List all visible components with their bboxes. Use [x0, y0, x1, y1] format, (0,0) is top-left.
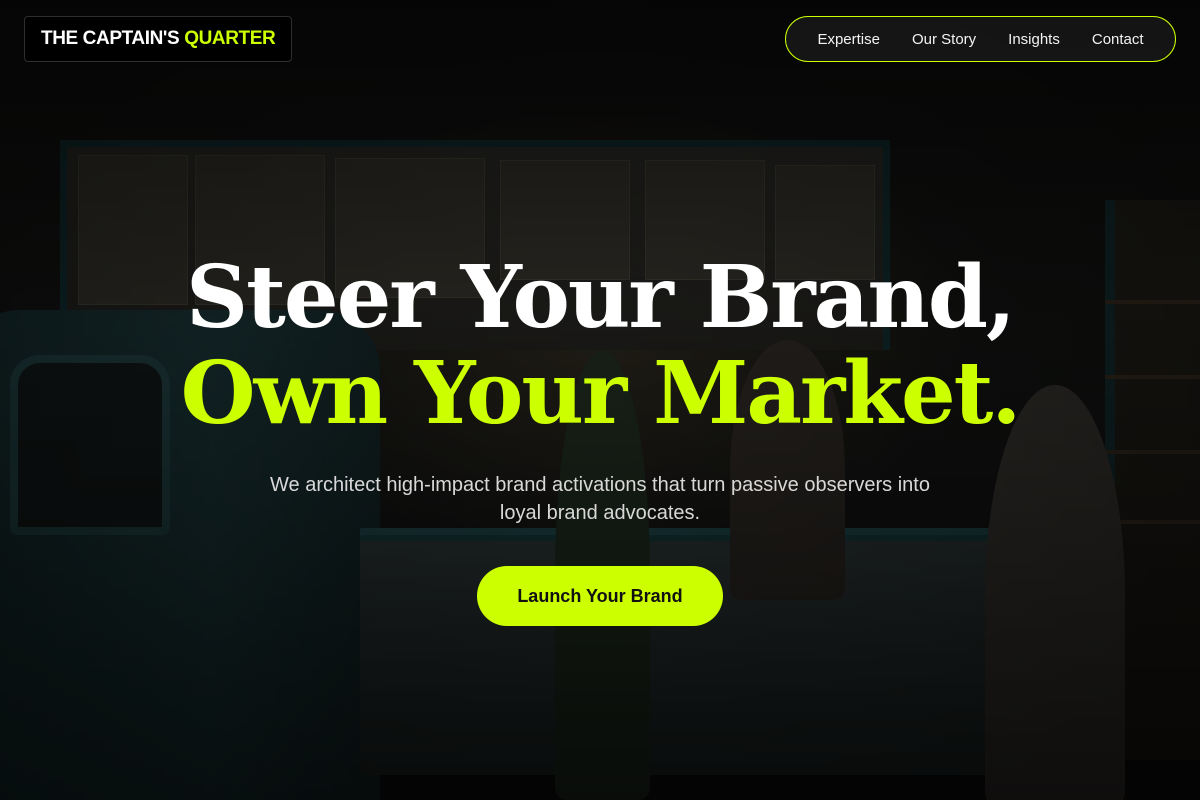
hero-headline: Steer Your Brand, Own Your Market. — [0, 250, 1200, 442]
hero-subcopy: We architect high-impact brand activatio… — [270, 474, 930, 524]
nav-link-contact[interactable]: Contact — [1092, 31, 1144, 48]
brand-logo[interactable]: THE CAPTAIN'S QUARTER — [24, 16, 293, 62]
launch-brand-button[interactable]: Launch Your Brand — [477, 566, 723, 626]
hero-section: THE CAPTAIN'S QUARTER Expertise Our Stor… — [0, 0, 1200, 800]
nav-link-expertise[interactable]: Expertise — [817, 31, 880, 48]
logo-text: THE CAPTAIN'S — [41, 28, 180, 49]
main-nav: Expertise Our Story Insights Contact — [785, 16, 1176, 62]
nav-link-insights[interactable]: Insights — [1008, 31, 1060, 48]
headline-line-1: Steer Your Brand, — [186, 247, 1016, 348]
headline-line-2: Own Your Market. — [180, 343, 1022, 444]
logo-accent-text: QUARTER — [184, 28, 276, 49]
nav-link-our-story[interactable]: Our Story — [912, 31, 976, 48]
